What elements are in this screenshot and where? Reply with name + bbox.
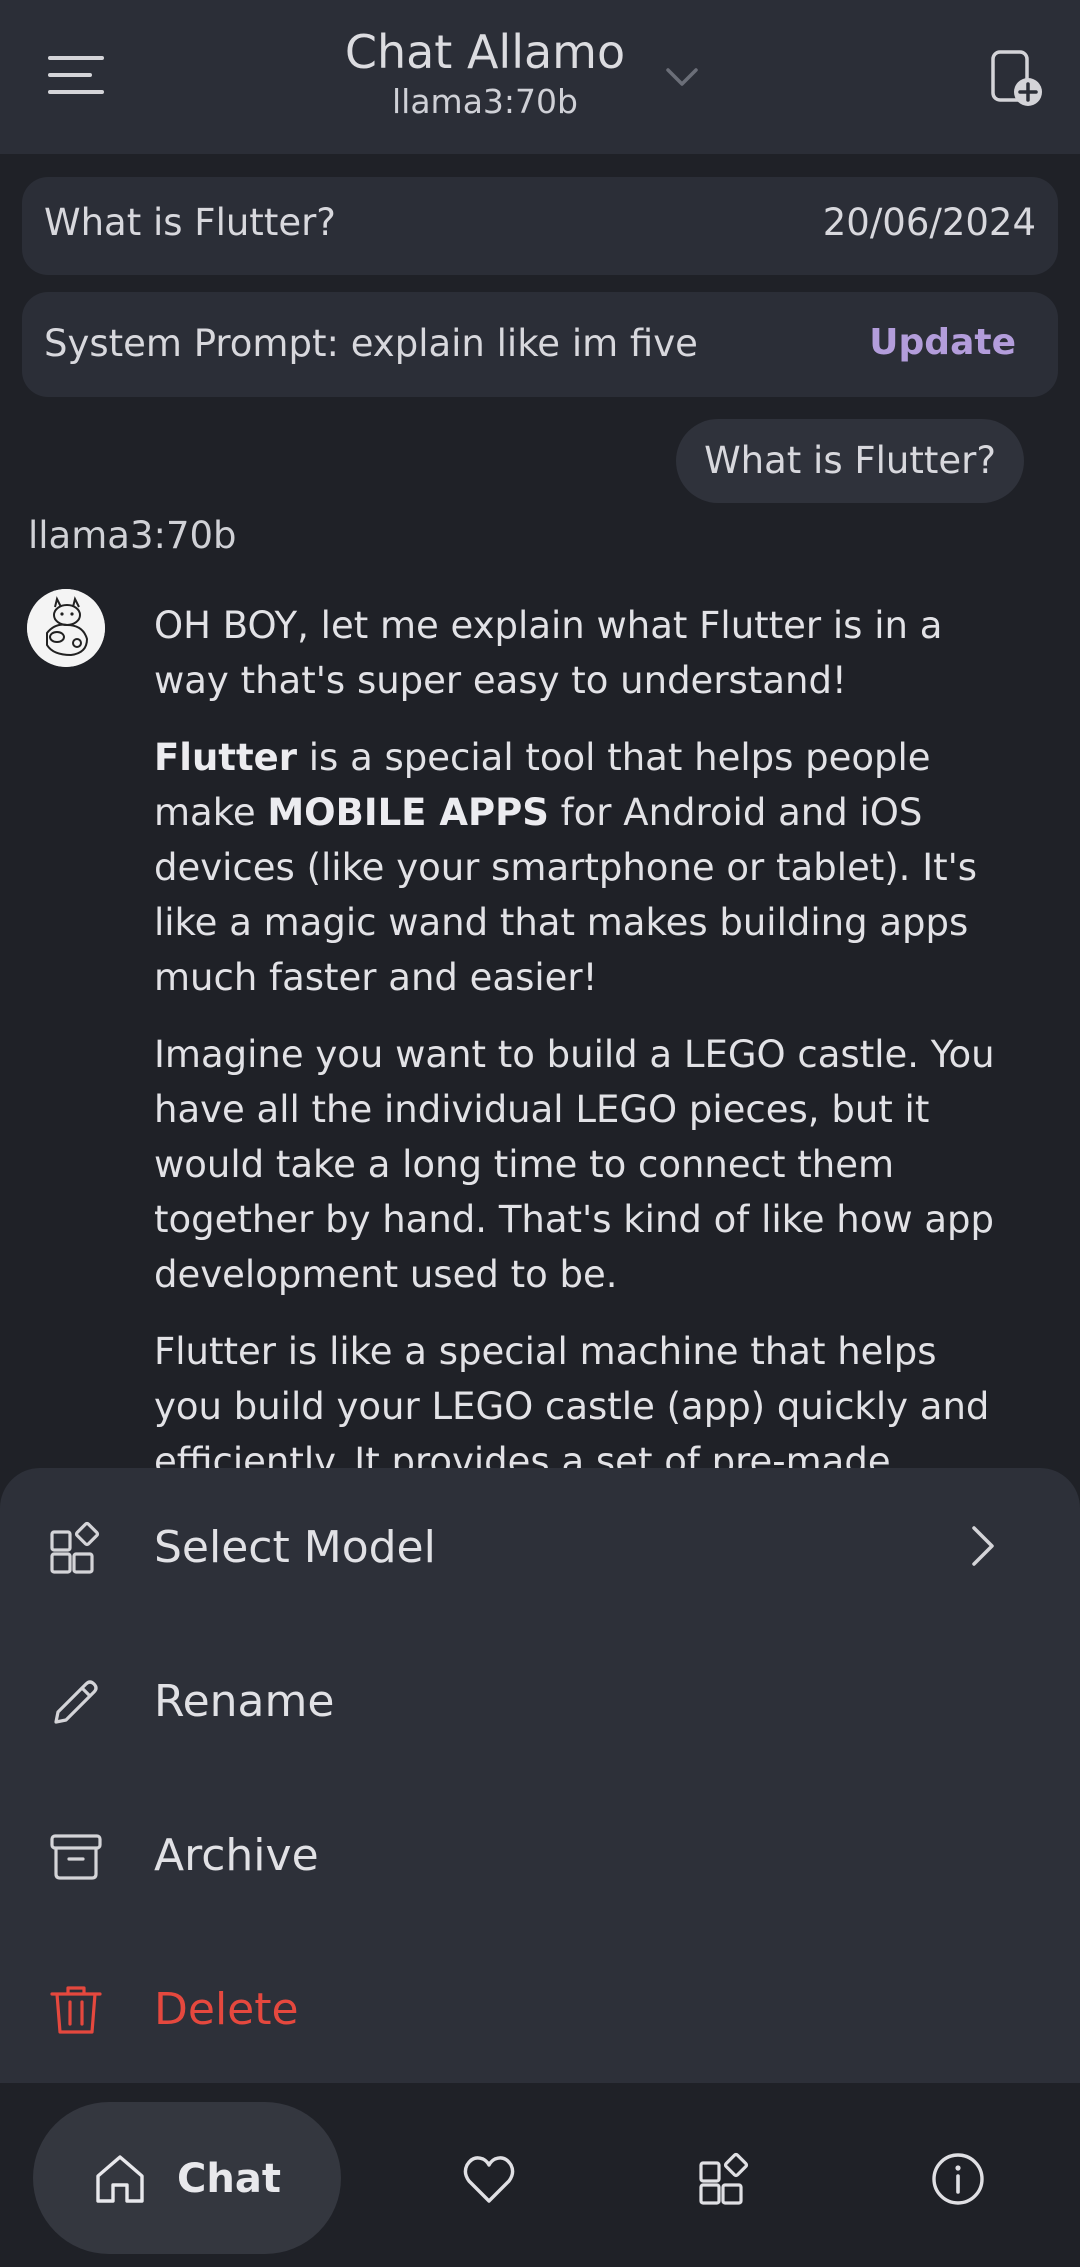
system-prompt-text: System Prompt: explain like im five xyxy=(44,322,698,365)
trash-icon xyxy=(48,1982,104,2038)
assistant-message: OH BOY, let me explain what Flutter is i… xyxy=(154,598,1014,1468)
app-header: Chat Allamo llama3:70b xyxy=(0,0,1080,154)
model-subtitle: llama3:70b xyxy=(392,82,578,121)
sheet-item-label: Select Model xyxy=(154,1522,436,1573)
message-paragraph: Flutter is a special tool that helps peo… xyxy=(154,730,1014,1005)
heart-icon[interactable] xyxy=(461,2151,517,2207)
delete-item[interactable]: Delete xyxy=(0,1930,1080,2084)
sheet-item-label: Delete xyxy=(154,1984,299,2035)
widgets-icon xyxy=(48,1520,104,1576)
title-block[interactable]: Chat Allamo llama3:70b xyxy=(0,24,970,124)
nav-chat-tab[interactable]: Chat xyxy=(33,2102,341,2254)
assistant-name: llama3:70b xyxy=(28,514,237,557)
message-paragraph: Imagine you want to build a LEGO castle.… xyxy=(154,1033,995,1296)
rename-item[interactable]: Rename xyxy=(0,1622,1080,1776)
user-message-bubble[interactable]: What is Flutter? xyxy=(676,419,1024,503)
options-bottom-sheet: Select Model Rename Archive Delete xyxy=(0,1468,1080,2083)
chat-date: 20/06/2024 xyxy=(822,201,1036,244)
bold-text: Flutter xyxy=(154,736,298,779)
nav-chat-label: Chat xyxy=(177,2156,281,2202)
message-paragraph: OH BOY, let me explain what Flutter is i… xyxy=(154,604,943,702)
sheet-item-label: Rename xyxy=(154,1676,335,1727)
avatar xyxy=(27,589,105,667)
chevron-right-icon xyxy=(962,1522,1002,1570)
chat-title: What is Flutter? xyxy=(44,201,336,244)
sheet-item-label: Archive xyxy=(154,1830,319,1881)
info-icon[interactable] xyxy=(930,2151,986,2207)
bold-text: MOBILE APPS xyxy=(267,791,549,834)
widgets-icon[interactable] xyxy=(697,2151,753,2207)
archive-item[interactable]: Archive xyxy=(0,1776,1080,1930)
bottom-nav: Chat xyxy=(0,2083,1080,2267)
message-paragraph: Flutter is like a special machine that h… xyxy=(154,1330,990,1468)
select-model-item[interactable]: Select Model xyxy=(0,1468,1080,1622)
chat-title-card[interactable]: What is Flutter? 20/06/2024 xyxy=(22,177,1058,275)
new-chat-icon[interactable] xyxy=(988,46,1044,110)
home-icon xyxy=(93,2152,147,2206)
update-button[interactable]: Update xyxy=(869,322,1016,363)
chevron-down-icon[interactable] xyxy=(664,62,700,92)
system-prompt-card: System Prompt: explain like im five Upda… xyxy=(22,292,1058,397)
archive-icon xyxy=(48,1828,104,1884)
pencil-icon xyxy=(48,1674,104,1730)
app-title: Chat Allamo xyxy=(344,25,626,79)
